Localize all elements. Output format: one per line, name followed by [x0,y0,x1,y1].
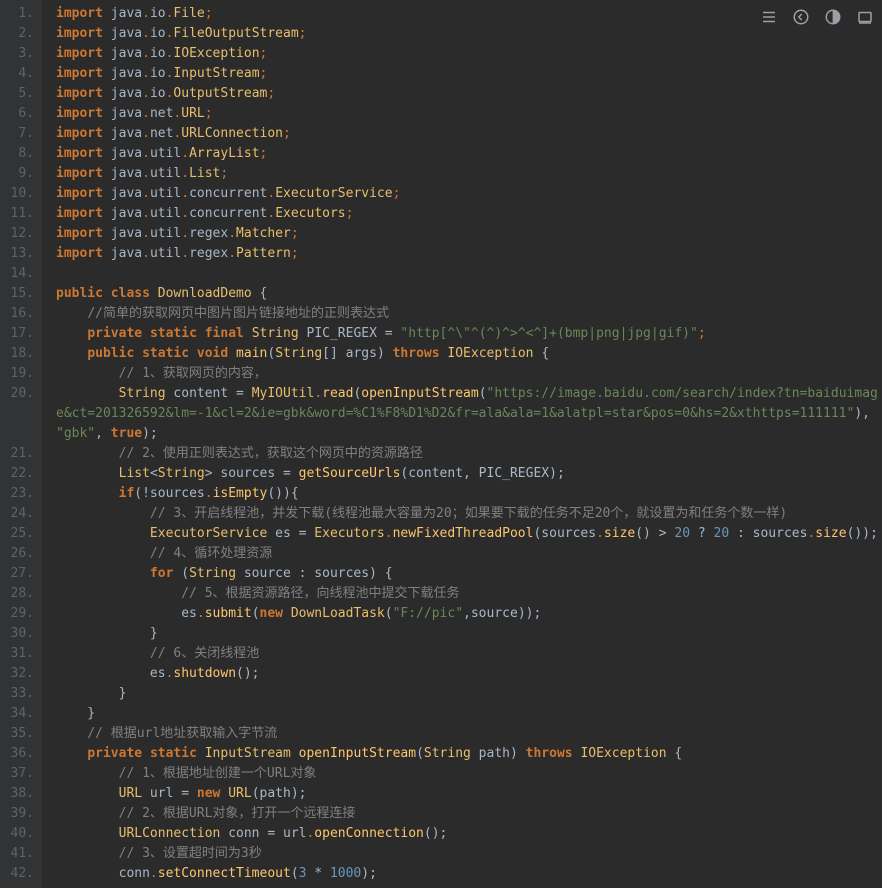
code-line: // 2、使用正则表达式，获取这个网页中的资源路径 [56,444,882,464]
line-number: 34. [6,704,34,724]
code-line: import java.util.List; [56,164,882,184]
prev-icon[interactable] [792,8,810,26]
code-line: if(!sources.isEmpty()){ [56,484,882,504]
line-number: 20. [6,384,34,444]
code-line: // 4、循环处理资源 [56,544,882,564]
line-number: 6. [6,104,34,124]
line-number: 38. [6,784,34,804]
code-line: // 1、获取网页的内容， [56,364,882,384]
code-line: // 6、关闭线程池 [56,644,882,664]
line-number: 1. [6,4,34,24]
line-number: 8. [6,144,34,164]
line-number: 3. [6,44,34,64]
code-line [56,264,882,284]
line-number: 33. [6,684,34,704]
line-number: 12. [6,224,34,244]
line-number: 2. [6,24,34,44]
line-number: 15. [6,284,34,304]
code-line: } [56,704,882,724]
line-number: 14. [6,264,34,284]
line-number: 4. [6,64,34,84]
code-line: import java.net.URL; [56,104,882,124]
code-line: conn.setConnectTimeout(3 * 1000); [56,864,882,884]
line-number: 42. [6,864,34,884]
code-area[interactable]: import java.io.File;import java.io.FileO… [42,0,882,888]
code-editor: 1.2.3.4.5.6.7.8.9.10.11.12.13.14.15.16.1… [0,0,882,888]
code-line: import java.io.File; [56,4,882,24]
code-line: import java.io.FileOutputStream; [56,24,882,44]
code-line: import java.util.ArrayList; [56,144,882,164]
code-line: // 2、根据URL对象，打开一个远程连接 [56,804,882,824]
line-number: 36. [6,744,34,764]
code-line: import java.io.InputStream; [56,64,882,84]
code-line: } [56,624,882,644]
code-line: for (String source : sources) { [56,564,882,584]
line-number: 19. [6,364,34,384]
line-number: 30. [6,624,34,644]
line-number: 10. [6,184,34,204]
line-number: 40. [6,824,34,844]
line-number: 24. [6,504,34,524]
code-line: // 根据url地址获取输入字节流 [56,724,882,744]
code-line: URLConnection conn = url.openConnection(… [56,824,882,844]
editor-toolbar [760,8,874,26]
line-number: 18. [6,344,34,364]
line-number: 7. [6,124,34,144]
code-line: import java.net.URLConnection; [56,124,882,144]
line-number: 28. [6,584,34,604]
code-line: String content = MyIOUtil.read(openInput… [56,384,882,444]
code-line: import java.util.regex.Pattern; [56,244,882,264]
line-number: 39. [6,804,34,824]
code-line: } [56,684,882,704]
theme-icon[interactable] [824,8,842,26]
code-line: // 3、设置超时间为3秒 [56,844,882,864]
code-line: ExecutorService es = Executors.newFixedT… [56,524,882,544]
line-number: 22. [6,464,34,484]
line-number: 32. [6,664,34,684]
line-number: 21. [6,444,34,464]
line-number: 25. [6,524,34,544]
code-line: import java.util.concurrent.ExecutorServ… [56,184,882,204]
code-line: es.shutdown(); [56,664,882,684]
expand-icon[interactable] [856,8,874,26]
line-number: 31. [6,644,34,664]
line-number: 13. [6,244,34,264]
code-line: URL url = new URL(path); [56,784,882,804]
code-line: import java.io.IOException; [56,44,882,64]
list-icon[interactable] [760,8,778,26]
code-line: //简单的获取网页中图片图片链接地址的正则表达式 [56,304,882,324]
code-line: import java.util.regex.Matcher; [56,224,882,244]
line-number: 17. [6,324,34,344]
line-number: 23. [6,484,34,504]
code-line: public static void main(String[] args) t… [56,344,882,364]
code-line: private static final String PIC_REGEX = … [56,324,882,344]
line-number: 16. [6,304,34,324]
code-line: import java.util.concurrent.Executors; [56,204,882,224]
code-line: private static InputStream openInputStre… [56,744,882,764]
line-number: 27. [6,564,34,584]
line-number: 35. [6,724,34,744]
line-number: 41. [6,844,34,864]
line-number: 11. [6,204,34,224]
code-line: // 5、根据资源路径，向线程池中提交下载任务 [56,584,882,604]
code-line: // 1、根据地址创建一个URL对象 [56,764,882,784]
code-line: // 3、开启线程池，并发下载(线程池最大容量为20；如果要下载的任务不足20个… [56,504,882,524]
code-line: es.submit(new DownLoadTask("F://pic",sou… [56,604,882,624]
code-line: List<String> sources = getSourceUrls(con… [56,464,882,484]
line-number: 29. [6,604,34,624]
code-line: import java.io.OutputStream; [56,84,882,104]
line-number: 37. [6,764,34,784]
line-number: 5. [6,84,34,104]
line-number: 26. [6,544,34,564]
line-number-gutter: 1.2.3.4.5.6.7.8.9.10.11.12.13.14.15.16.1… [0,0,42,888]
line-number: 9. [6,164,34,184]
code-line: public class DownloadDemo { [56,284,882,304]
